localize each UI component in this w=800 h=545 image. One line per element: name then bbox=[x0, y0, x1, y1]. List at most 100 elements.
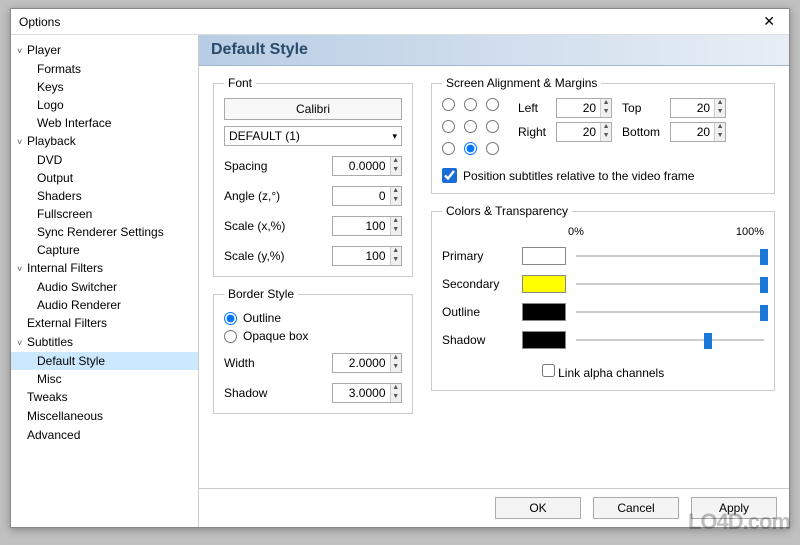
alpha-slider[interactable] bbox=[576, 274, 764, 294]
scalex-spinbox[interactable]: ▲▼ bbox=[332, 216, 402, 236]
tree-item[interactable]: Miscellaneous bbox=[11, 407, 198, 426]
tree-item[interactable]: Default Style bbox=[11, 352, 198, 370]
alpha-slider[interactable] bbox=[576, 330, 764, 350]
outline-radio[interactable] bbox=[224, 312, 237, 325]
top-spinbox[interactable]: ▲▼ bbox=[670, 98, 726, 118]
tree-item[interactable]: Tweaks bbox=[11, 388, 198, 407]
link-alpha-checkbox[interactable] bbox=[542, 364, 555, 377]
up-icon[interactable]: ▲ bbox=[391, 187, 402, 196]
left-input[interactable] bbox=[557, 99, 600, 117]
width-spinbox[interactable]: ▲▼ bbox=[332, 353, 402, 373]
up-icon[interactable]: ▲ bbox=[715, 123, 725, 132]
down-icon[interactable]: ▼ bbox=[715, 132, 725, 141]
opaque-radio[interactable] bbox=[224, 330, 237, 343]
tree-item[interactable]: Audio Switcher bbox=[11, 278, 198, 296]
align-radio-8[interactable] bbox=[486, 142, 499, 155]
right-input[interactable] bbox=[557, 123, 600, 141]
nav-tree[interactable]: ˅PlayerFormatsKeysLogoWeb Interface˅Play… bbox=[11, 35, 199, 527]
slider-thumb[interactable] bbox=[760, 277, 768, 293]
align-radio-0[interactable] bbox=[442, 98, 455, 111]
left-spinbox[interactable]: ▲▼ bbox=[556, 98, 612, 118]
color-swatch[interactable] bbox=[522, 303, 566, 321]
tree-item[interactable]: Output bbox=[11, 169, 198, 187]
tree-item[interactable]: Shaders bbox=[11, 187, 198, 205]
down-icon[interactable]: ▼ bbox=[391, 393, 402, 402]
opaque-radio-row[interactable]: Opaque box bbox=[224, 329, 402, 343]
down-icon[interactable]: ▼ bbox=[391, 226, 402, 235]
color-swatch[interactable] bbox=[522, 275, 566, 293]
align-radio-1[interactable] bbox=[464, 98, 477, 111]
tree-item[interactable]: External Filters bbox=[11, 314, 198, 333]
up-icon[interactable]: ▲ bbox=[715, 99, 725, 108]
scaley-spinbox[interactable]: ▲▼ bbox=[332, 246, 402, 266]
slider-thumb[interactable] bbox=[760, 305, 768, 321]
tree-item[interactable]: ˅Internal Filters bbox=[11, 259, 198, 278]
color-swatch[interactable] bbox=[522, 247, 566, 265]
spacing-input[interactable] bbox=[333, 157, 390, 175]
font-name-button[interactable]: Calibri bbox=[224, 98, 402, 120]
align-radio-5[interactable] bbox=[486, 120, 499, 133]
slider-thumb[interactable] bbox=[704, 333, 712, 349]
tree-item[interactable]: Advanced bbox=[11, 426, 198, 445]
bottom-input[interactable] bbox=[671, 123, 714, 141]
down-icon[interactable]: ▼ bbox=[391, 256, 402, 265]
alpha-slider[interactable] bbox=[576, 246, 764, 266]
down-icon[interactable]: ▼ bbox=[391, 363, 402, 372]
apply-button[interactable]: Apply bbox=[691, 497, 777, 519]
up-icon[interactable]: ▲ bbox=[391, 384, 402, 393]
align-radio-7[interactable] bbox=[464, 142, 477, 155]
tree-item[interactable]: ˅Playback bbox=[11, 132, 198, 151]
align-radio-6[interactable] bbox=[442, 142, 455, 155]
tree-item[interactable]: Keys bbox=[11, 78, 198, 96]
spacing-spinbox[interactable]: ▲▼ bbox=[332, 156, 402, 176]
alpha-slider[interactable] bbox=[576, 302, 764, 322]
align-radio-2[interactable] bbox=[486, 98, 499, 111]
up-icon[interactable]: ▲ bbox=[391, 217, 402, 226]
up-icon[interactable]: ▲ bbox=[391, 354, 402, 363]
up-icon[interactable]: ▲ bbox=[391, 247, 402, 256]
scaley-input[interactable] bbox=[333, 247, 390, 265]
tree-item[interactable]: ˅Player bbox=[11, 41, 198, 60]
shadow-input[interactable] bbox=[333, 384, 390, 402]
caret-down-icon[interactable]: ˅ bbox=[17, 43, 27, 59]
align-radio-grid[interactable] bbox=[442, 98, 504, 160]
ok-button[interactable]: OK bbox=[495, 497, 581, 519]
down-icon[interactable]: ▼ bbox=[391, 196, 402, 205]
shadow-spinbox[interactable]: ▲▼ bbox=[332, 383, 402, 403]
tree-item[interactable]: ˅Subtitles bbox=[11, 333, 198, 352]
tree-item[interactable]: Fullscreen bbox=[11, 205, 198, 223]
font-charset-dropdown[interactable]: DEFAULT (1) ▾ bbox=[224, 126, 402, 146]
down-icon[interactable]: ▼ bbox=[715, 108, 725, 117]
tree-item[interactable]: Formats bbox=[11, 60, 198, 78]
align-radio-4[interactable] bbox=[464, 120, 477, 133]
outline-radio-row[interactable]: Outline bbox=[224, 311, 402, 325]
up-icon[interactable]: ▲ bbox=[601, 99, 611, 108]
right-spinbox[interactable]: ▲▼ bbox=[556, 122, 612, 142]
down-icon[interactable]: ▼ bbox=[601, 132, 611, 141]
bottom-spinbox[interactable]: ▲▼ bbox=[670, 122, 726, 142]
up-icon[interactable]: ▲ bbox=[601, 123, 611, 132]
link-alpha-row[interactable]: Link alpha channels bbox=[542, 366, 664, 380]
tree-item[interactable]: Capture bbox=[11, 241, 198, 259]
tree-item[interactable]: DVD bbox=[11, 151, 198, 169]
down-icon[interactable]: ▼ bbox=[391, 166, 402, 175]
caret-down-icon[interactable]: ˅ bbox=[17, 261, 27, 277]
tree-item[interactable]: Web Interface bbox=[11, 114, 198, 132]
up-icon[interactable]: ▲ bbox=[391, 157, 402, 166]
top-input[interactable] bbox=[671, 99, 714, 117]
caret-down-icon[interactable]: ˅ bbox=[17, 335, 27, 351]
tree-item[interactable]: Logo bbox=[11, 96, 198, 114]
width-input[interactable] bbox=[333, 354, 390, 372]
tree-item[interactable]: Misc bbox=[11, 370, 198, 388]
slider-thumb[interactable] bbox=[760, 249, 768, 265]
down-icon[interactable]: ▼ bbox=[601, 108, 611, 117]
angle-input[interactable] bbox=[333, 187, 390, 205]
close-icon[interactable]: ✕ bbox=[757, 13, 781, 30]
color-swatch[interactable] bbox=[522, 331, 566, 349]
scalex-input[interactable] bbox=[333, 217, 390, 235]
tree-item[interactable]: Sync Renderer Settings bbox=[11, 223, 198, 241]
relative-checkbox-row[interactable]: Position subtitles relative to the video… bbox=[442, 168, 764, 183]
caret-down-icon[interactable]: ˅ bbox=[17, 134, 27, 150]
angle-spinbox[interactable]: ▲▼ bbox=[332, 186, 402, 206]
cancel-button[interactable]: Cancel bbox=[593, 497, 679, 519]
